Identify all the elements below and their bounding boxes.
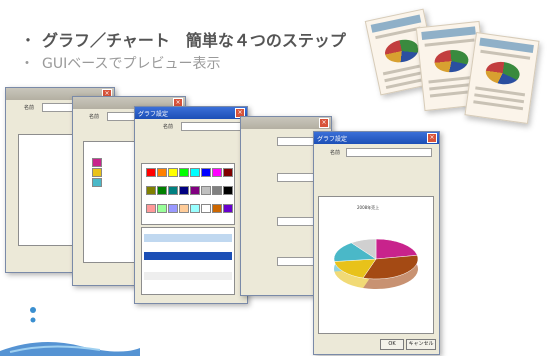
color-swatch[interactable] — [223, 186, 233, 195]
bullet-item-preview: ・ GUIベースでプレビュー表示 — [20, 51, 346, 75]
close-icon[interactable]: × — [319, 118, 329, 128]
dialog-titlebar: × — [241, 117, 331, 129]
color-swatch[interactable] — [190, 204, 200, 213]
color-swatch[interactable] — [201, 204, 211, 213]
color-swatch[interactable] — [157, 186, 167, 195]
dialog-title: グラフ設定 — [138, 110, 169, 118]
dialog-step-3: グラフ設定 × 名前 — [134, 106, 248, 304]
color-palette[interactable] — [141, 163, 235, 225]
dialog-titlebar: グラフ設定 × — [135, 107, 247, 119]
color-swatch[interactable] — [146, 204, 156, 213]
color-swatch[interactable] — [179, 186, 189, 195]
dialog-titlebar: グラフ設定 × — [314, 132, 439, 144]
color-swatch[interactable] — [179, 168, 189, 177]
name-label: 名前 — [89, 114, 100, 120]
bullet-dot: ・ — [20, 31, 37, 50]
name-label: 名前 — [24, 105, 35, 111]
bullet-list: ・ グラフ／チャート 簡単な４つのステップ ・ GUIベースでプレビュー表示 — [20, 27, 346, 75]
dialog-title: グラフ設定 — [317, 135, 348, 143]
color-swatch[interactable] — [212, 168, 222, 177]
color-swatch[interactable] — [190, 168, 200, 177]
name-field[interactable] — [181, 122, 243, 131]
cancel-button[interactable]: キャンセル — [406, 339, 436, 350]
color-swatch[interactable] — [223, 204, 233, 213]
color-swatch[interactable] — [157, 168, 167, 177]
color-swatch[interactable] — [168, 168, 178, 177]
close-icon[interactable]: × — [427, 133, 437, 143]
color-swatch[interactable] — [190, 186, 200, 195]
bullet-text-steps: グラフ／チャート 簡単な４つのステップ — [42, 31, 346, 50]
pie-chart — [333, 238, 419, 289]
ok-button[interactable]: OK — [380, 339, 404, 350]
name-label: 名前 — [163, 124, 174, 130]
water-drop-graphic — [0, 307, 140, 356]
bullet-item-steps: ・ グラフ／チャート 簡単な４つのステップ — [20, 27, 346, 51]
chart-preview-title: 2008年売上 — [357, 205, 380, 210]
color-swatch[interactable] — [157, 204, 167, 213]
name-label: 名前 — [330, 150, 341, 156]
dialog-step-5-preview: グラフ設定 × 名前 2008年売上 OK キャンセル — [313, 131, 440, 355]
color-swatch[interactable] — [201, 186, 211, 195]
bullet-dot: ・ — [20, 56, 34, 72]
chart-preview-panel: 2008年売上 — [318, 196, 434, 334]
color-swatch[interactable] — [223, 168, 233, 177]
color-swatch[interactable] — [146, 168, 156, 177]
bullet-text-preview: GUIベースでプレビュー表示 — [42, 56, 221, 72]
color-list[interactable] — [141, 227, 235, 295]
color-swatch[interactable] — [212, 204, 222, 213]
color-swatch[interactable] — [179, 204, 189, 213]
name-field[interactable] — [346, 148, 432, 157]
brochure-image-3 — [464, 31, 540, 125]
color-swatch[interactable] — [168, 204, 178, 213]
color-swatch[interactable] — [212, 186, 222, 195]
color-swatch[interactable] — [168, 186, 178, 195]
color-swatch[interactable] — [201, 168, 211, 177]
color-swatch[interactable] — [146, 186, 156, 195]
